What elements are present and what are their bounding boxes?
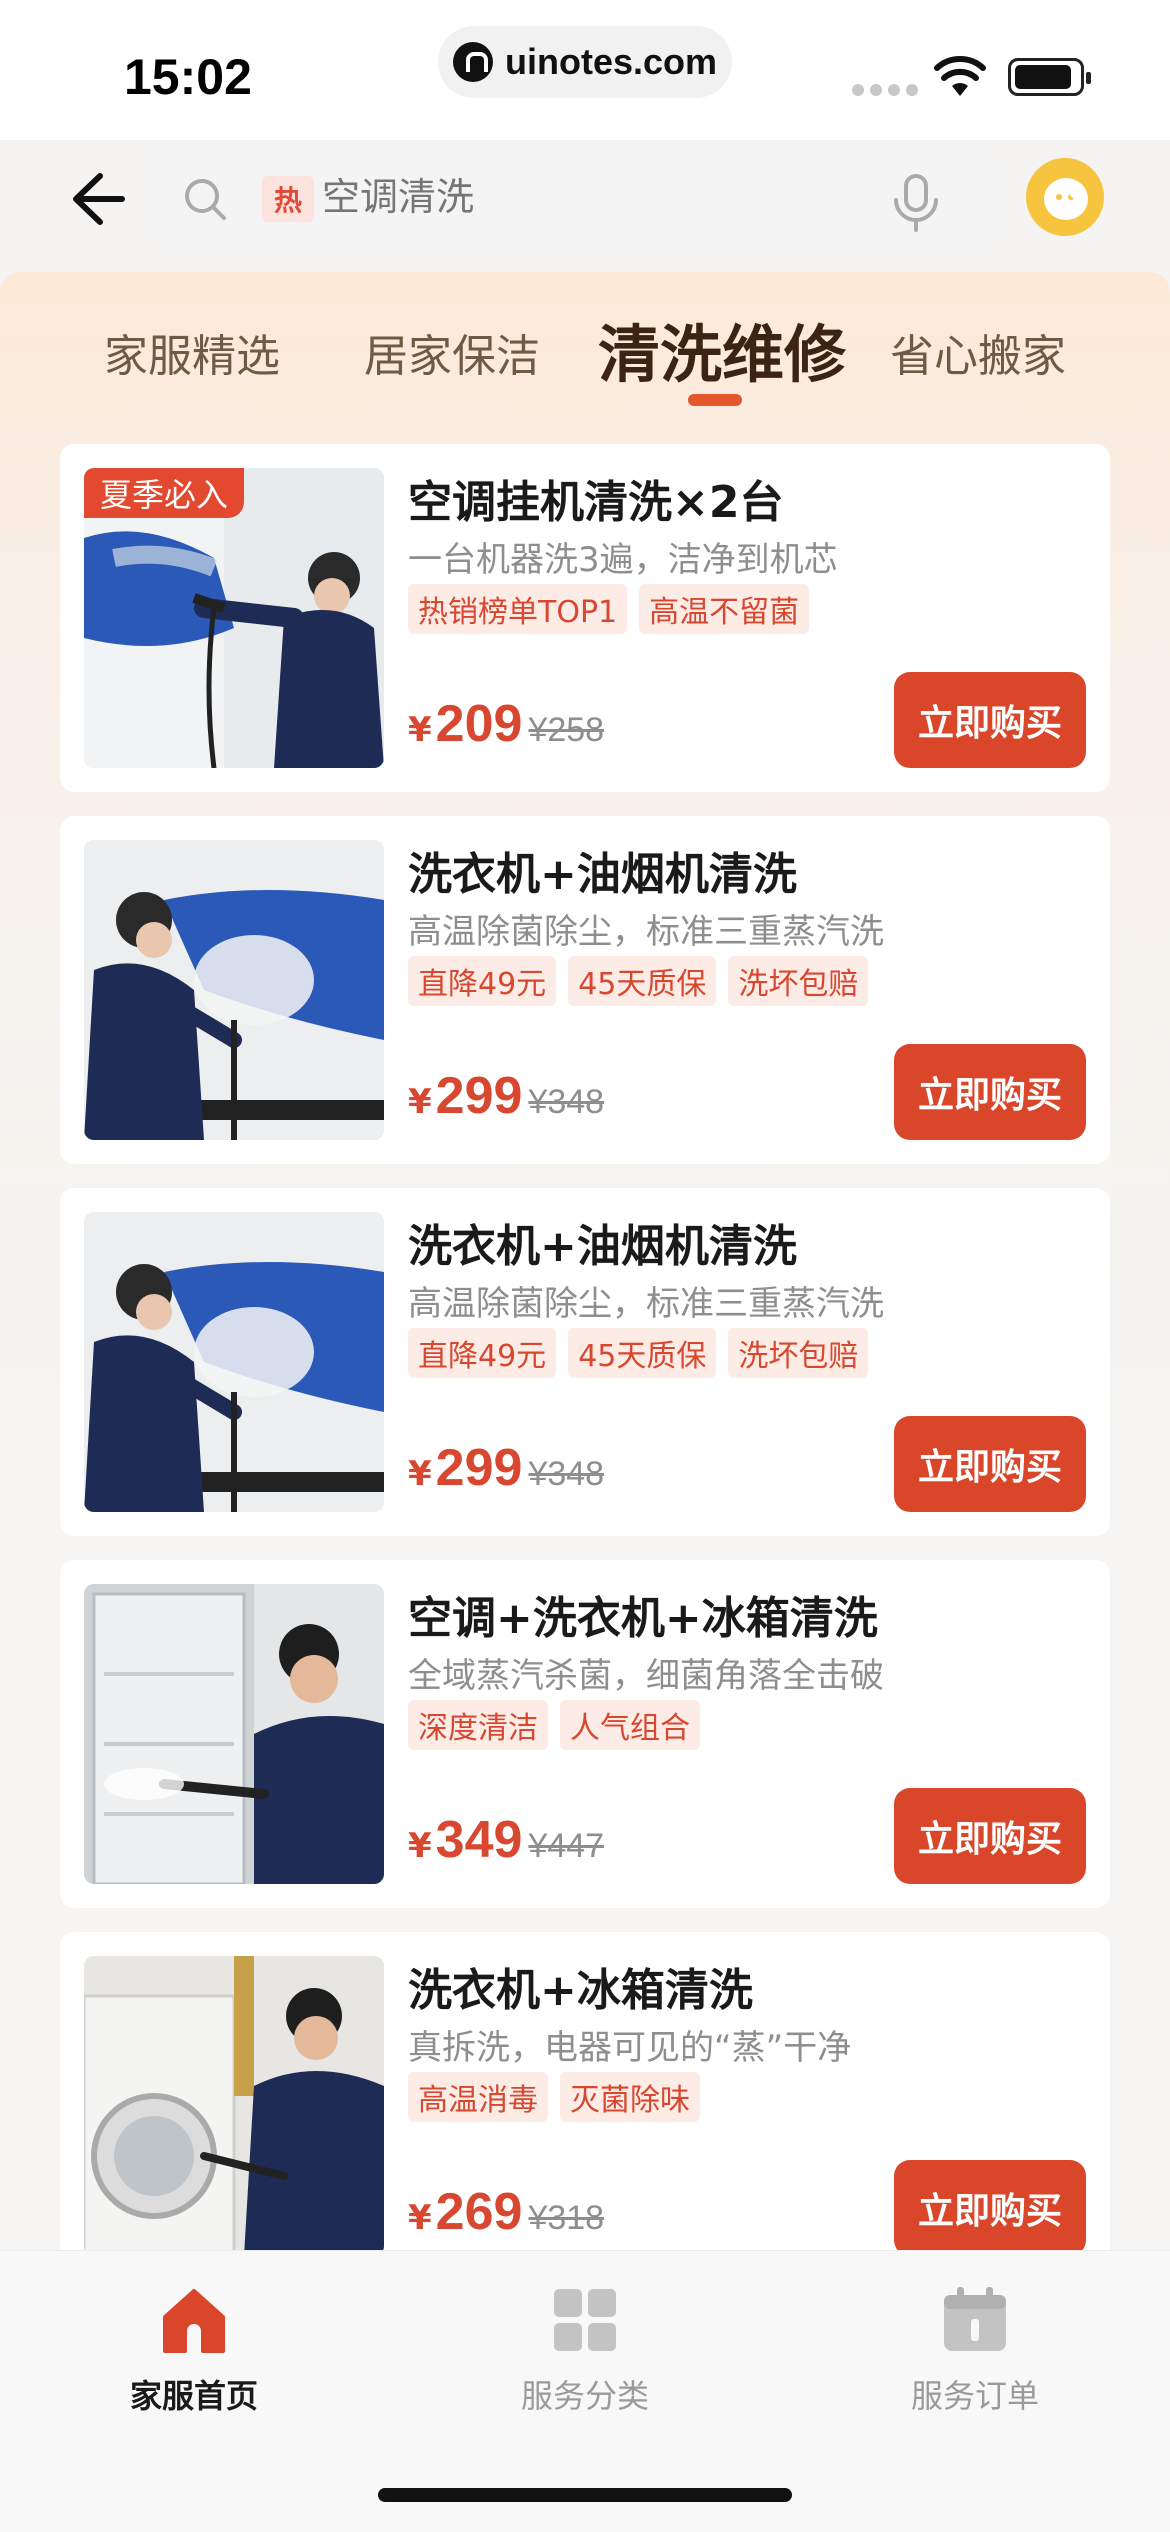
buy-now-button[interactable]: 立即购买 [894, 1044, 1086, 1140]
product-tag: 灭菌除味 [560, 2072, 700, 2122]
nav-home-label: 家服首页 [129, 2377, 258, 2415]
product-subtitle: 高温除菌除尘，标准三重蒸汽洗 [408, 912, 884, 952]
product-tag: 洗坏包赔 [728, 1328, 869, 1378]
status-bar: 15:02 uinotes.com [0, 0, 1170, 140]
product-image [84, 1956, 384, 2256]
product-subtitle: 真拆洗，电器可见的“蒸”干净 [408, 2028, 852, 2068]
status-time: 15:02 [124, 49, 252, 105]
product-title: 空调挂机清洗×2台 [408, 477, 784, 528]
product-tag: 人气组合 [560, 1700, 700, 1750]
price-row: ¥ 349 ¥447 [408, 1810, 604, 1870]
buy-now-button[interactable]: 立即购买 [894, 672, 1086, 768]
product-tag: 高温消毒 [408, 2072, 548, 2122]
product-tags: 热销榜单TOP1 高温不留菌 [408, 584, 810, 634]
product-title: 洗衣机+冰箱清洗 [408, 1965, 753, 2016]
original-price: ¥318 [528, 2199, 605, 2237]
nav-home[interactable]: 家服首页 [94, 2285, 294, 2417]
hot-tag: 热 [262, 176, 314, 222]
tab-cleaning[interactable]: 居家保洁 [364, 320, 540, 384]
original-price: ¥258 [528, 711, 605, 749]
product-image [84, 840, 384, 1140]
search-bar[interactable]: 热 [142, 150, 1002, 246]
calendar-icon [944, 2287, 1006, 2351]
product-tag: 热销榜单TOP1 [408, 584, 628, 634]
product-image [84, 1584, 384, 1884]
product-subtitle: 全域蒸汽杀菌，细菌角落全击破 [408, 1656, 884, 1696]
product-tag: 45天质保 [568, 1328, 717, 1378]
lock-icon [452, 42, 493, 82]
product-tag: 直降49元 [408, 1328, 557, 1378]
product-badge: 夏季必入 [84, 468, 245, 518]
product-card[interactable]: 洗衣机+油烟机清洗 高温除菌除尘，标准三重蒸汽洗 直降49元 45天质保 洗坏包… [60, 1188, 1110, 1536]
wifi-icon [934, 56, 986, 96]
product-image [84, 1212, 384, 1512]
product-price: 349 [435, 1811, 523, 1869]
product-subtitle: 高温除菌除尘，标准三重蒸汽洗 [408, 1284, 884, 1324]
cellular-signal-icon [852, 84, 918, 96]
product-card[interactable]: 洗衣机+冰箱清洗 真拆洗，电器可见的“蒸”干净 高温消毒 灭菌除味 ¥ 269 … [60, 1932, 1110, 2280]
product-tag: 高温不留菌 [639, 584, 810, 634]
product-tag: 深度清洁 [408, 1700, 548, 1750]
product-tag: 洗坏包赔 [728, 956, 869, 1006]
buy-now-button[interactable]: 立即购买 [894, 1788, 1086, 1884]
avatar[interactable] [1026, 158, 1104, 236]
price-row: ¥ 209 ¥258 [408, 694, 604, 754]
back-arrow-icon[interactable] [66, 164, 126, 234]
product-price: 269 [435, 2183, 523, 2241]
category-tabs: 家服精选 居家保洁 清洗维修 省心搬家 [0, 300, 1170, 420]
product-tag: 45天质保 [568, 956, 717, 1006]
product-price: 209 [435, 695, 523, 753]
tab-moving[interactable]: 省心搬家 [890, 320, 1066, 384]
home-indicator[interactable] [378, 2488, 792, 2502]
product-subtitle: 一台机器洗3遍，洁净到机芯 [408, 540, 838, 580]
avatar-eye [1056, 194, 1062, 200]
product-card[interactable]: 夏季必入 空调挂机清洗×2台 一台机器洗3遍，洁净到机芯 热销榜单TOP1 高温… [60, 444, 1110, 792]
original-price: ¥348 [528, 1455, 605, 1493]
tab-wash-repair[interactable]: 清洗维修 [598, 304, 846, 394]
nav-orders-label: 服务订单 [910, 2377, 1039, 2415]
product-title: 洗衣机+油烟机清洗 [408, 1221, 797, 1272]
price-row: ¥ 269 ¥318 [408, 2182, 604, 2242]
home-icon [163, 2289, 225, 2353]
battery-icon [1008, 58, 1091, 96]
url-pill[interactable]: uinotes.com [438, 26, 732, 98]
product-card[interactable]: 洗衣机+油烟机清洗 高温除菌除尘，标准三重蒸汽洗 直降49元 45天质保 洗坏包… [60, 816, 1110, 1164]
currency-symbol: ¥ [408, 1826, 432, 1866]
currency-symbol: ¥ [408, 1082, 432, 1122]
price-row: ¥ 299 ¥348 [408, 1438, 604, 1498]
tab-home-select[interactable]: 家服精选 [104, 320, 280, 384]
product-tags: 深度清洁 人气组合 [408, 1700, 700, 1750]
grid-icon [554, 2289, 616, 2351]
buy-now-button[interactable]: 立即购买 [894, 2160, 1086, 2256]
original-price: ¥348 [528, 1083, 605, 1121]
nav-orders[interactable]: 服务订单 [875, 2285, 1075, 2417]
product-tags: 直降49元 45天质保 洗坏包赔 [408, 1328, 869, 1378]
original-price: ¥447 [528, 1827, 605, 1865]
microphone-icon[interactable] [888, 172, 944, 232]
avatar-eye [1068, 194, 1074, 200]
product-price: 299 [435, 1439, 523, 1497]
avatar-face [1044, 178, 1088, 220]
tab-active-indicator [688, 394, 742, 406]
currency-symbol: ¥ [408, 710, 432, 750]
currency-symbol: ¥ [408, 1454, 432, 1494]
price-row: ¥ 299 ¥348 [408, 1066, 604, 1126]
nav-category[interactable]: 服务分类 [485, 2285, 685, 2417]
currency-symbol: ¥ [408, 2198, 432, 2238]
product-title: 空调+洗衣机+冰箱清洗 [408, 1593, 878, 1644]
search-input[interactable] [322, 172, 822, 224]
product-price: 299 [435, 1067, 523, 1125]
product-tag: 直降49元 [408, 956, 557, 1006]
product-title: 洗衣机+油烟机清洗 [408, 849, 797, 900]
buy-now-button[interactable]: 立即购买 [894, 1416, 1086, 1512]
product-tags: 直降49元 45天质保 洗坏包赔 [408, 956, 869, 1006]
nav-category-label: 服务分类 [520, 2377, 649, 2415]
product-card[interactable]: 空调+洗衣机+冰箱清洗 全域蒸汽杀菌，细菌角落全击破 深度清洁 人气组合 ¥ 3… [60, 1560, 1110, 1908]
url-text: uinotes.com [504, 41, 718, 82]
product-tags: 高温消毒 灭菌除味 [408, 2072, 700, 2122]
search-icon [185, 179, 226, 220]
